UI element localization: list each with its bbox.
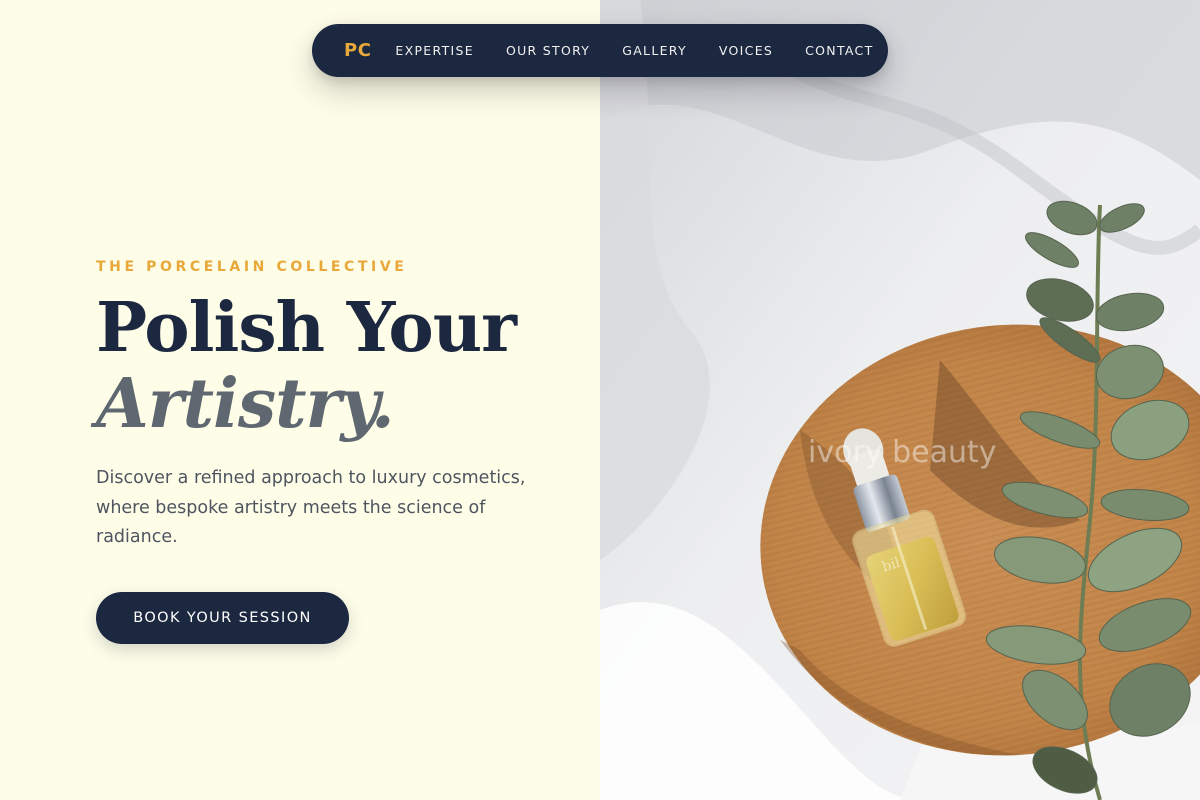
nav-item-contact[interactable]: CONTACT (805, 43, 873, 58)
hero-section: THE PORCELAIN COLLECTIVE Polish Your Art… (0, 0, 600, 800)
headline-line-1: Polish Your (96, 288, 517, 368)
watermark-text: ivory beauty (808, 435, 996, 470)
product-photo: bil ivory beauty (600, 0, 1200, 800)
nav-item-expertise[interactable]: EXPERTISE (395, 43, 474, 58)
hero-description: Discover a refined approach to luxury co… (96, 468, 526, 547)
hero-headline: Polish Your Artistry. (96, 288, 517, 444)
nav-item-our-story[interactable]: OUR STORY (506, 43, 590, 58)
nav-item-voices[interactable]: VOICES (719, 43, 773, 58)
hero-eyebrow: THE PORCELAIN COLLECTIVE (96, 259, 408, 275)
nav-item-gallery[interactable]: GALLERY (622, 43, 687, 58)
book-session-button[interactable]: BOOK YOUR SESSION (96, 592, 349, 644)
hero-image: bil ivory beauty (600, 0, 1200, 800)
main-nav: PC EXPERTISE OUR STORY GALLERY VOICES CO… (312, 24, 888, 77)
headline-line-2: Artistry. (96, 364, 395, 444)
landing-page: THE PORCELAIN COLLECTIVE Polish Your Art… (0, 0, 1200, 800)
logo[interactable]: PC (344, 40, 371, 61)
